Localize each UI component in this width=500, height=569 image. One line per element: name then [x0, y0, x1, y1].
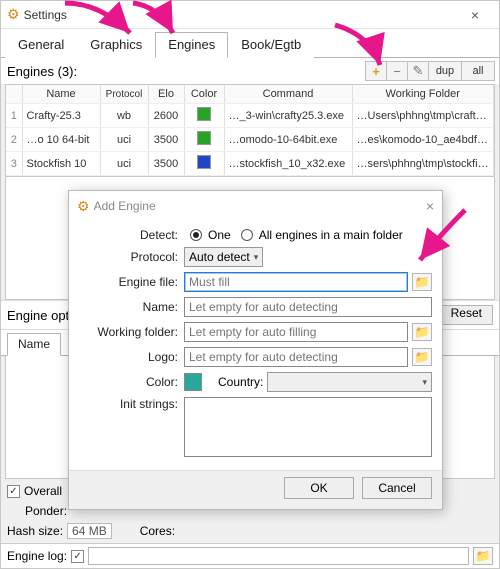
table-row[interactable]: 1Crafty-25.3wb2600…_3-win\crafty25.3.exe…	[6, 104, 494, 128]
detect-one-radio[interactable]	[190, 229, 202, 241]
engines-toolbar: Engines (3): + − ✎ dup all	[1, 58, 499, 84]
engine-file-input[interactable]	[184, 272, 408, 292]
reset-button[interactable]: Reset	[440, 305, 493, 325]
engine-file-browse-button[interactable]: 📁	[412, 273, 432, 291]
all-engines-button[interactable]: all	[461, 61, 495, 81]
dup-engine-button[interactable]: dup	[428, 61, 462, 81]
remove-engine-button[interactable]: −	[386, 61, 408, 81]
chevron-down-icon: ▾	[422, 377, 427, 388]
engine-log-path-input[interactable]	[88, 547, 469, 565]
tab-engines[interactable]: Engines	[155, 32, 228, 58]
color-swatch[interactable]	[184, 373, 202, 391]
tab-book-egtb[interactable]: Book/Egtb	[228, 32, 314, 58]
dialog-titlebar: ⚙ Add Engine ×	[69, 191, 442, 221]
overall-label: Overall	[24, 484, 62, 498]
engines-table: Name Protocol Elo Color Command Working …	[5, 84, 495, 177]
tab-name[interactable]: Name	[7, 333, 61, 356]
chevron-down-icon: ▾	[254, 252, 259, 263]
dialog-close-icon[interactable]: ×	[426, 198, 434, 214]
window-title: Settings	[24, 8, 67, 22]
logo-browse-button[interactable]: 📁	[412, 348, 432, 366]
protocol-select[interactable]: Auto detect▾	[184, 247, 263, 267]
country-label: Country:	[218, 375, 263, 389]
color-label: Color:	[79, 375, 184, 389]
table-header-row: Name Protocol Elo Color Command Working …	[6, 85, 494, 104]
working-folder-label: Working folder:	[79, 325, 184, 339]
init-strings-textarea[interactable]	[184, 397, 432, 457]
hash-value: 64 MB	[67, 523, 112, 539]
engine-file-label: Engine file:	[79, 275, 184, 289]
protocol-label: Protocol:	[79, 250, 184, 264]
tab-graphics[interactable]: Graphics	[77, 32, 155, 58]
detect-one-label: One	[208, 228, 231, 242]
table-row[interactable]: 3Stockfish 10uci3500…stockfish_10_x32.ex…	[6, 152, 494, 176]
table-row[interactable]: 2…o 10 64-bituci3500…omodo-10-64bit.exe……	[6, 128, 494, 152]
engine-log-checkbox[interactable]: ✓	[71, 550, 84, 563]
ponder-label: Ponder:	[25, 504, 67, 518]
overall-checkbox[interactable]: ✓	[7, 485, 20, 498]
engines-count-label: Engines (3):	[5, 64, 77, 79]
add-engine-button[interactable]: +	[365, 61, 387, 81]
logo-label: Logo:	[79, 350, 184, 364]
engine-options-label: Engine opt	[7, 308, 69, 323]
dialog-title: Add Engine	[94, 199, 156, 213]
country-select[interactable]: ▾	[267, 372, 432, 392]
init-strings-label: Init strings:	[79, 397, 184, 411]
close-icon[interactable]: ×	[455, 7, 495, 23]
ok-button[interactable]: OK	[284, 477, 354, 499]
tab-general[interactable]: General	[5, 32, 77, 58]
hash-label: Hash size:	[7, 524, 63, 538]
main-tabs: General Graphics Engines Book/Egtb	[1, 29, 499, 58]
engine-log-browse-button[interactable]: 📁	[473, 547, 493, 565]
engine-log-label: Engine log:	[7, 549, 67, 563]
working-folder-input[interactable]	[184, 322, 408, 342]
edit-engine-button[interactable]: ✎	[407, 61, 429, 81]
detect-label: Detect:	[79, 228, 184, 242]
logo-input[interactable]	[184, 347, 408, 367]
working-folder-browse-button[interactable]: 📁	[412, 323, 432, 341]
gear-icon: ⚙	[7, 6, 20, 23]
cores-label: Cores:	[140, 524, 175, 538]
detect-all-label: All engines in a main folder	[259, 228, 403, 242]
detect-all-radio[interactable]	[241, 229, 253, 241]
titlebar: ⚙ Settings ×	[1, 1, 499, 29]
add-engine-dialog: ⚙ Add Engine × Detect: One All engines i…	[68, 190, 443, 510]
cancel-button[interactable]: Cancel	[362, 477, 432, 499]
gear-icon: ⚙	[77, 198, 90, 215]
name-input[interactable]	[184, 297, 432, 317]
name-label: Name:	[79, 300, 184, 314]
engine-log-row: Engine log: ✓ 📁	[1, 543, 499, 568]
